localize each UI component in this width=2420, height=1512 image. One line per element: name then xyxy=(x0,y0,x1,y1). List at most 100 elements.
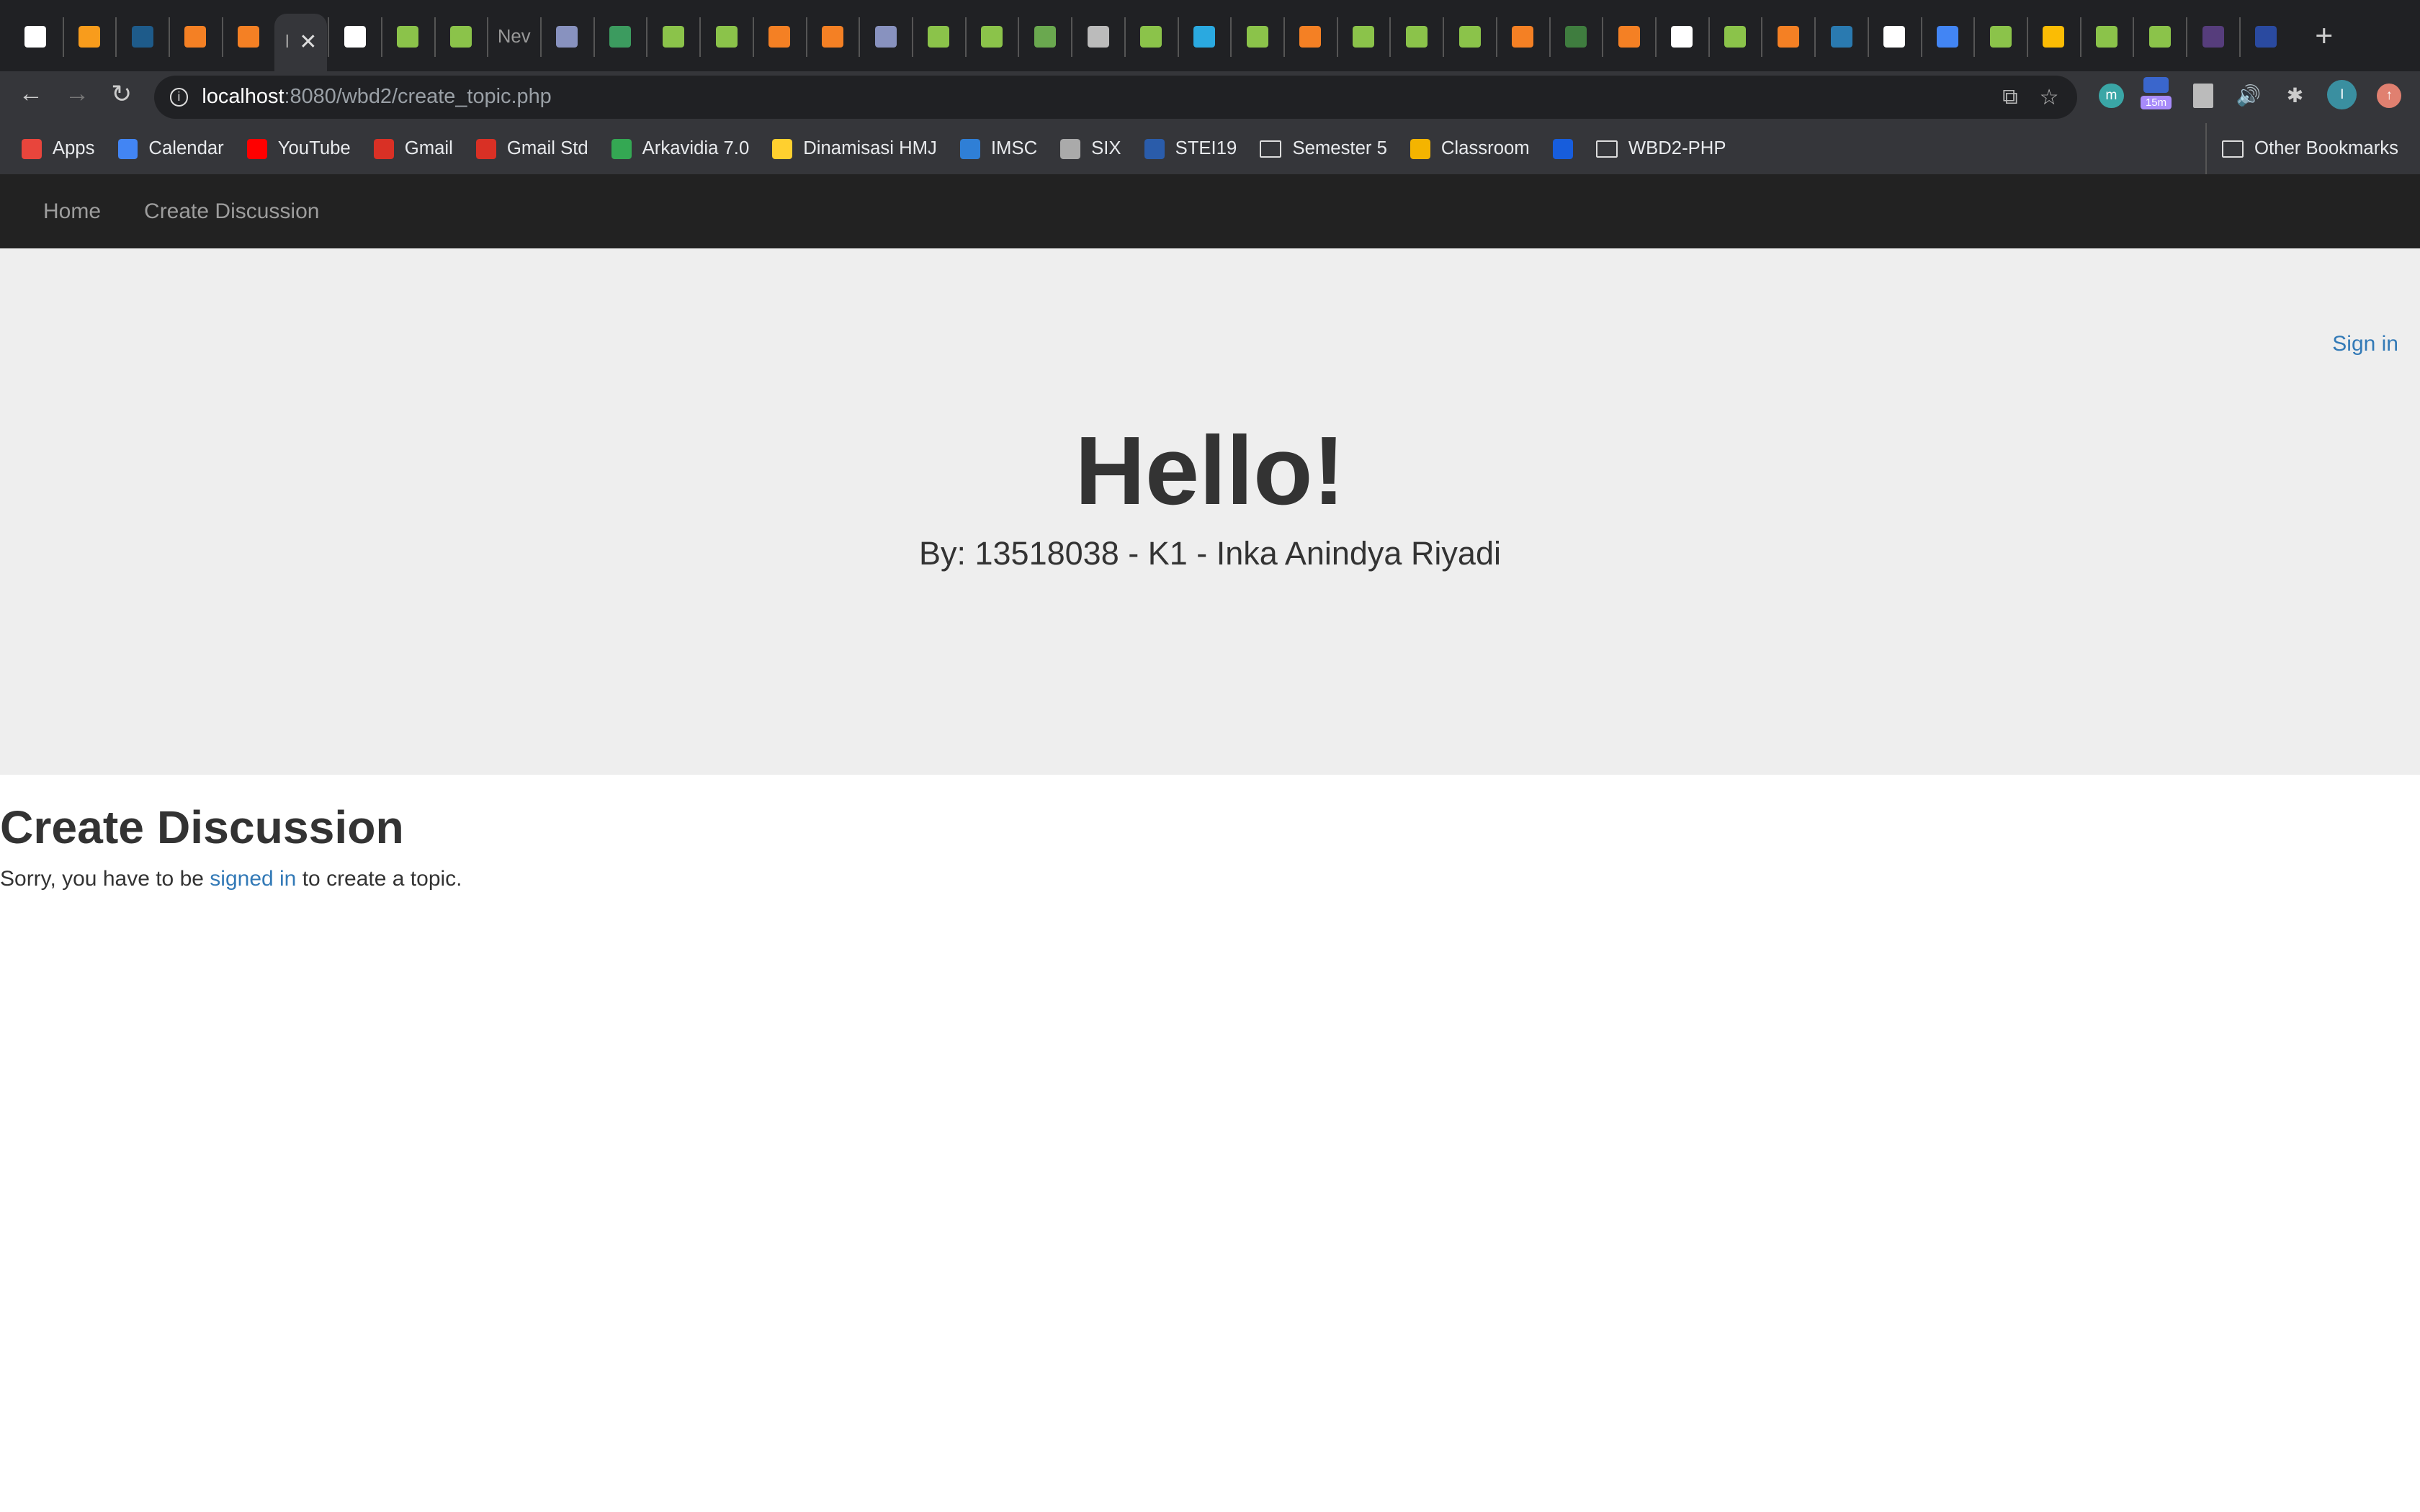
browser-tab[interactable] xyxy=(1443,17,1495,58)
browser-toolbar: ← → ↻ i localhost:8080/wbd2/create_topic… xyxy=(0,71,2420,124)
browser-tab[interactable] xyxy=(859,17,911,58)
browser-tab[interactable] xyxy=(1495,17,1549,58)
signed-in-link[interactable]: signed in xyxy=(210,867,296,891)
bookmark-item[interactable]: WBD2-PHP xyxy=(1595,138,1726,159)
classroom-icon xyxy=(1410,138,1430,159)
address-bar[interactable]: i localhost:8080/wbd2/create_topic.php ⧉… xyxy=(154,75,2078,119)
browser-tab[interactable] xyxy=(1389,17,1442,58)
browser-tab[interactable] xyxy=(62,17,115,58)
bookmark-item[interactable]: Arkavidia 7.0 xyxy=(611,138,749,159)
browser-tab[interactable] xyxy=(752,17,805,58)
bookmark-label: Arkavidia 7.0 xyxy=(642,138,750,159)
blue-icon xyxy=(2255,26,2277,48)
bookmark-item[interactable]: STEI19 xyxy=(1144,138,1237,159)
apps-icon xyxy=(22,138,42,159)
browser-tab[interactable] xyxy=(1602,17,1654,58)
bookmark-item[interactable]: Apps xyxy=(22,138,94,159)
browser-tab[interactable] xyxy=(1230,17,1283,58)
green-icon xyxy=(1564,26,1587,48)
itb-icon xyxy=(1144,138,1165,159)
w3schools-icon xyxy=(1458,26,1481,48)
browser-tab[interactable] xyxy=(9,17,62,58)
browser-tab[interactable] xyxy=(1973,17,2026,58)
site-navbar: Home Create Discussion xyxy=(0,176,2420,248)
bookmark-label: IMSC xyxy=(990,138,1038,159)
new-tab-button[interactable]: + xyxy=(2315,19,2333,54)
browser-tab[interactable] xyxy=(1018,17,1070,58)
extension-gray-icon[interactable] xyxy=(2193,83,2213,108)
active-tab[interactable]: I ✕ xyxy=(274,14,328,71)
nav-home[interactable]: Home xyxy=(43,199,101,224)
info-icon[interactable]: i xyxy=(169,88,189,107)
extension-timer-icon[interactable] xyxy=(2143,77,2169,93)
url-text[interactable]: localhost:8080/wbd2/create_topic.php xyxy=(202,85,551,109)
bookmark-item[interactable]: Classroom xyxy=(1410,138,1530,159)
browser-tab[interactable] xyxy=(1549,17,1602,58)
bookmark-item[interactable]: Calendar xyxy=(117,138,224,159)
browser-tab[interactable]: Nev xyxy=(487,17,539,58)
browser-tab[interactable] xyxy=(2133,17,2185,58)
php-icon xyxy=(874,26,897,48)
browser-tab[interactable] xyxy=(1071,17,1124,58)
browser-tab[interactable] xyxy=(1336,17,1389,58)
close-tab-icon[interactable]: ✕ xyxy=(299,30,317,55)
translate-icon[interactable]: ⧉ xyxy=(2002,85,2017,110)
browser-tab[interactable] xyxy=(221,17,274,58)
extension-m-icon[interactable]: m xyxy=(2099,83,2124,108)
bookmark-item[interactable]: Dinamisasi HMJ xyxy=(772,138,937,159)
browser-tab[interactable] xyxy=(646,17,699,58)
browser-tab[interactable] xyxy=(380,17,434,58)
bookmark-item[interactable]: Gmail xyxy=(373,138,453,159)
browser-tab[interactable] xyxy=(168,17,221,58)
reload-icon[interactable]: ↻ xyxy=(111,80,132,109)
bookmark-label: Gmail Std xyxy=(506,138,588,159)
swirl-icon xyxy=(1830,26,1852,48)
sound-icon[interactable]: 🔊 xyxy=(2236,84,2262,108)
browser-tab[interactable] xyxy=(964,17,1018,58)
browser-tab[interactable] xyxy=(593,17,646,58)
back-icon[interactable]: ← xyxy=(19,80,43,108)
browser-tab[interactable] xyxy=(1283,17,1336,58)
browser-tab[interactable] xyxy=(699,17,752,58)
nav-create-discussion[interactable]: Create Discussion xyxy=(144,199,319,224)
browser-tab[interactable] xyxy=(2186,17,2238,58)
browser-tab[interactable] xyxy=(805,17,859,58)
browser-tab[interactable] xyxy=(2079,17,2133,58)
w3schools-icon xyxy=(1989,26,2012,48)
bookmark-star-icon[interactable]: ☆ xyxy=(2040,85,2059,110)
php-icon xyxy=(556,26,578,48)
browser-tab[interactable] xyxy=(912,17,964,58)
other-bookmarks[interactable]: Other Bookmarks xyxy=(2205,123,2398,175)
browser-tab[interactable] xyxy=(1708,17,1761,58)
hero-subtitle: By: 13518038 - K1 - Inka Anindya Riyadi xyxy=(918,535,1501,572)
browser-tab[interactable] xyxy=(1867,17,1920,58)
browser-tab[interactable] xyxy=(1920,17,1973,58)
forward-icon[interactable]: → xyxy=(65,80,89,108)
bookmark-item[interactable]: YouTube xyxy=(246,138,351,159)
w3schools-icon xyxy=(715,26,738,48)
browser-tab[interactable] xyxy=(2238,17,2292,58)
bookmark-item[interactable]: SIX xyxy=(1060,138,1121,159)
diamond-icon xyxy=(344,26,366,48)
browser-tab[interactable] xyxy=(115,17,168,58)
browser-tab[interactable] xyxy=(2027,17,2079,58)
update-icon[interactable]: ↑ xyxy=(2377,83,2402,108)
extensions-puzzle-icon[interactable]: ✱ xyxy=(2282,84,2307,108)
browser-tab[interactable] xyxy=(1177,17,1230,58)
browser-tab[interactable] xyxy=(1655,17,1708,58)
browser-tab[interactable] xyxy=(1814,17,1867,58)
bookmark-item[interactable]: Gmail Std xyxy=(475,138,588,159)
printer-icon xyxy=(1087,26,1109,48)
bookmark-item[interactable]: Semester 5 xyxy=(1260,138,1387,159)
browser-tab[interactable] xyxy=(434,17,487,58)
bookmark-item[interactable] xyxy=(1552,138,1573,159)
stackoverflow-icon xyxy=(1512,26,1534,48)
browser-tab[interactable] xyxy=(328,17,380,58)
browser-tab[interactable] xyxy=(540,17,593,58)
bookmark-item[interactable]: IMSC xyxy=(960,138,1037,159)
browser-tab[interactable] xyxy=(1124,17,1177,58)
sign-in-link[interactable]: Sign in xyxy=(2332,332,2398,356)
profile-avatar[interactable]: I xyxy=(2327,80,2357,110)
browser-tab[interactable] xyxy=(1761,17,1814,58)
stackoverflow-icon xyxy=(184,26,207,48)
